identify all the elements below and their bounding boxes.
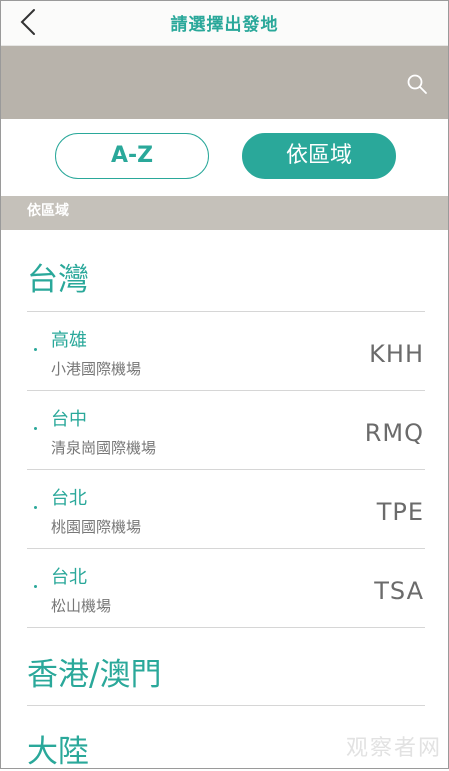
- page-title: 請選擇出發地: [170, 15, 279, 35]
- divider: [27, 705, 425, 706]
- bullet-dot: [34, 506, 37, 509]
- bullet-dot: [34, 585, 37, 588]
- airport-city: 台北: [51, 488, 87, 509]
- bullet-dot: [34, 348, 37, 351]
- airport-row-tpe[interactable]: 台北 桃園國際機場 TPE: [1, 470, 448, 548]
- airport-name: 清泉崗國際機場: [51, 439, 157, 457]
- region-title-mainland[interactable]: 大陸: [27, 726, 89, 771]
- section-label: 依區域: [27, 203, 69, 219]
- watermark: 观察者网: [345, 736, 442, 761]
- section-header: 依區域: [1, 196, 448, 230]
- bullet-dot: [34, 427, 37, 430]
- airport-name: 小港國際機場: [51, 360, 142, 378]
- search-icon[interactable]: [406, 73, 428, 95]
- top-header: 請選擇出發地: [1, 1, 448, 46]
- airport-row-tsa[interactable]: 台北 松山機場 TSA: [1, 549, 448, 627]
- region-title-hk-macau[interactable]: 香港/澳門: [27, 649, 161, 694]
- airport-row-khh[interactable]: 高雄 小港國際機場 KHH: [1, 312, 448, 390]
- airport-city: 台中: [51, 409, 87, 430]
- airport-row-rmq[interactable]: 台中 清泉崗國際機場 RMQ: [1, 391, 448, 469]
- region-toggle-button[interactable]: 依區域: [242, 133, 396, 179]
- search-bar[interactable]: [1, 46, 448, 119]
- region-title-taiwan[interactable]: 台灣: [27, 254, 89, 299]
- airport-city: 高雄: [51, 330, 87, 351]
- airport-name: 松山機場: [51, 597, 112, 615]
- airport-code: RMQ: [364, 419, 424, 447]
- airport-code: TSA: [374, 577, 424, 605]
- airport-code: KHH: [369, 340, 424, 368]
- divider: [27, 627, 425, 628]
- airport-city: 台北: [51, 567, 87, 588]
- airport-name: 桃園國際機場: [51, 518, 142, 536]
- airport-code: TPE: [376, 498, 424, 526]
- az-toggle-button[interactable]: A-Z: [55, 133, 209, 179]
